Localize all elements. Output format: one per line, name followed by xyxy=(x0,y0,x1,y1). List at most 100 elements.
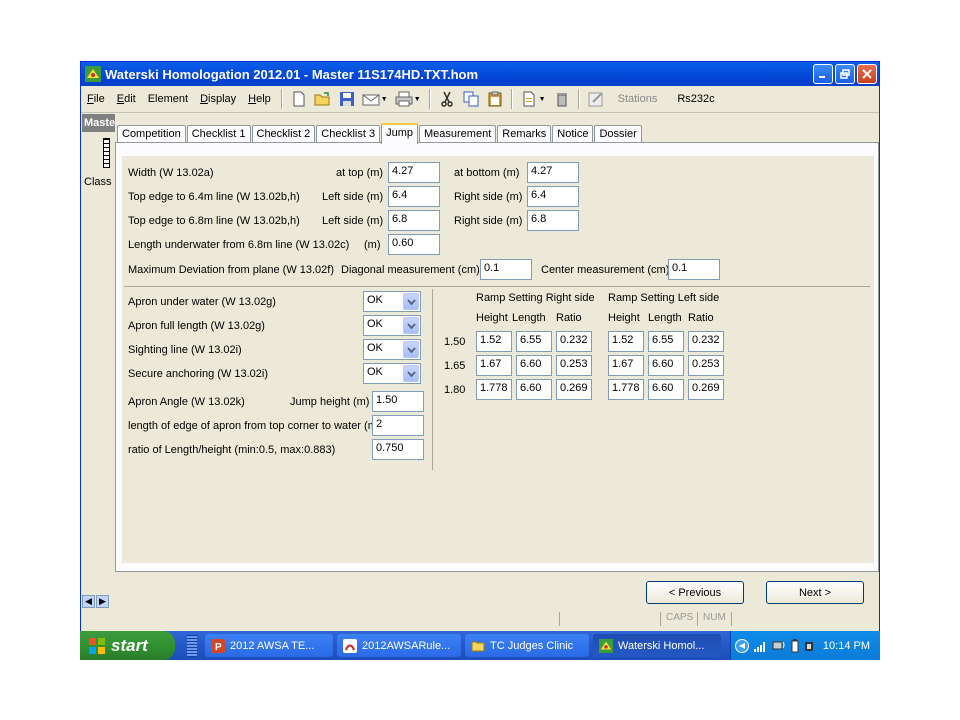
tab-competition[interactable]: Competition xyxy=(117,125,186,143)
splitter-grip[interactable] xyxy=(103,138,110,168)
window-title: Waterski Homologation 2012.01 - Master 1… xyxy=(105,66,479,82)
chevron-down-icon[interactable]: ▼ xyxy=(381,96,388,103)
chevron-down-icon[interactable] xyxy=(403,317,419,334)
edge-68-right-input[interactable]: 6.8 xyxy=(527,210,579,231)
clipboard-icon xyxy=(488,91,502,107)
ramp-left-height-input[interactable]: 1.67 xyxy=(608,355,644,376)
minimize-button[interactable] xyxy=(813,64,833,84)
chevron-down-icon[interactable] xyxy=(403,293,419,310)
close-button[interactable] xyxy=(857,64,877,84)
open-folder-button[interactable] xyxy=(313,89,333,109)
stations-button[interactable]: Stations xyxy=(608,93,668,105)
chevron-down-icon[interactable]: ▼ xyxy=(539,96,546,103)
start-button[interactable]: start xyxy=(80,631,175,660)
wireless-network-icon[interactable] xyxy=(772,639,786,653)
tab-checklist-3[interactable]: Checklist 3 xyxy=(316,125,381,143)
ramp-right-ratio-input[interactable]: 0.253 xyxy=(556,355,592,376)
tab-remarks[interactable]: Remarks xyxy=(497,125,552,143)
ramp-left-height-header: Height xyxy=(608,312,640,324)
menu-element[interactable]: Element xyxy=(142,93,194,105)
ramp-right-height-input[interactable]: 1.52 xyxy=(476,331,512,352)
volume-icon[interactable] xyxy=(804,639,816,653)
center-input[interactable]: 0.1 xyxy=(668,259,720,280)
ramp-right-ratio-input[interactable]: 0.269 xyxy=(556,379,592,400)
chevron-right-icon: ▶ xyxy=(99,596,106,606)
windows-flag-icon xyxy=(89,637,105,654)
new-file-button[interactable] xyxy=(289,89,309,109)
sighting-select[interactable]: OK xyxy=(363,339,421,360)
chevron-down-icon[interactable] xyxy=(403,365,419,382)
ramp-right-length-input[interactable]: 6.60 xyxy=(516,379,552,400)
ramp-left-height-input[interactable]: 1.52 xyxy=(608,331,644,352)
ramp-right-ratio-input[interactable]: 0.232 xyxy=(556,331,592,352)
ramp-right-height-input[interactable]: 1.67 xyxy=(476,355,512,376)
app-window: Waterski Homologation 2012.01 - Master 1… xyxy=(80,61,880,660)
mail-button[interactable] xyxy=(361,89,381,109)
tab-checklist-2[interactable]: Checklist 2 xyxy=(251,125,316,143)
edge-64-right-input[interactable]: 6.4 xyxy=(527,186,579,207)
print-button[interactable] xyxy=(394,89,414,109)
ramp-right-height-input[interactable]: 1.778 xyxy=(476,379,512,400)
edge-64-left-input[interactable]: 6.4 xyxy=(388,186,440,207)
edge-length-input[interactable]: 2 xyxy=(372,415,424,436)
width-bottom-input[interactable]: 4.27 xyxy=(527,162,579,183)
ramp-left-height-input[interactable]: 1.778 xyxy=(608,379,644,400)
ramp-right-length-input[interactable]: 6.60 xyxy=(516,355,552,376)
tab-dossier[interactable]: Dossier xyxy=(594,125,642,143)
caps-indicator: CAPS xyxy=(660,612,693,626)
menu-edit[interactable]: Edit xyxy=(111,93,142,105)
scroll-right-button[interactable]: ▶ xyxy=(96,595,109,608)
ramp-left-length-input[interactable]: 6.60 xyxy=(648,355,684,376)
scroll-left-button[interactable]: ◀ xyxy=(82,595,95,608)
edit-form-button[interactable] xyxy=(586,89,606,109)
chevron-left-icon: ◀ xyxy=(85,596,92,606)
chevron-down-icon[interactable]: ▼ xyxy=(414,96,421,103)
jump-height-input[interactable]: 1.50 xyxy=(372,391,424,412)
toolbar-separator xyxy=(577,89,580,109)
previous-button[interactable]: < Previous xyxy=(646,581,744,604)
edge-68-label: Top edge to 6.8m line (W 13.02b,h) xyxy=(128,215,300,227)
chevron-down-icon[interactable] xyxy=(403,341,419,358)
taskbar-item-powerpoint[interactable]: P 2012 AWSA TE... xyxy=(205,634,333,657)
tab-notice[interactable]: Notice xyxy=(552,125,594,143)
save-button[interactable] xyxy=(337,89,357,109)
edge-64-label: Top edge to 6.4m line (W 13.02b,h) xyxy=(128,191,300,203)
battery-icon[interactable] xyxy=(790,638,800,653)
tray-expand-icon[interactable]: ◀ xyxy=(735,638,749,653)
anchoring-select[interactable]: OK xyxy=(363,363,421,384)
title-bar[interactable]: Waterski Homologation 2012.01 - Master 1… xyxy=(81,62,879,86)
menu-help[interactable]: Help xyxy=(242,93,277,105)
ramp-left-length-input[interactable]: 6.55 xyxy=(648,331,684,352)
deviation-label: Maximum Deviation from plane (W 13.02f) xyxy=(128,264,335,276)
ramp-left-ratio-input[interactable]: 0.253 xyxy=(688,355,724,376)
diagonal-input[interactable]: 0.1 xyxy=(480,259,532,280)
ratio-input[interactable]: 0.750 xyxy=(372,439,424,460)
copy-button[interactable] xyxy=(461,89,481,109)
underwater-input[interactable]: 0.60 xyxy=(388,234,440,255)
apron-under-select[interactable]: OK xyxy=(363,291,421,312)
ramp-right-length-input[interactable]: 6.55 xyxy=(516,331,552,352)
paste-button[interactable] xyxy=(485,89,505,109)
rs232c-button[interactable]: Rs232c xyxy=(667,93,724,105)
menu-display[interactable]: Display xyxy=(194,93,242,105)
tab-jump[interactable]: Jump xyxy=(381,123,418,144)
taskbar-item-pdf[interactable]: 2012AWSARule... xyxy=(337,634,461,657)
restore-button[interactable] xyxy=(835,64,855,84)
ramp-left-length-input[interactable]: 6.60 xyxy=(648,379,684,400)
new-doc-button[interactable] xyxy=(519,89,539,109)
tab-measurement[interactable]: Measurement xyxy=(419,125,497,143)
cut-button[interactable] xyxy=(437,89,457,109)
tab-checklist-1[interactable]: Checklist 1 xyxy=(186,125,251,143)
edge-68-left-input[interactable]: 6.8 xyxy=(388,210,440,231)
delete-button[interactable] xyxy=(552,89,572,109)
taskbar-item-folder[interactable]: TC Judges Clinic xyxy=(465,634,589,657)
menu-file[interactable]: File xyxy=(81,93,111,105)
next-button[interactable]: Next > xyxy=(766,581,864,604)
ramp-setting-label: 1.80 xyxy=(444,384,466,396)
width-top-input[interactable]: 4.27 xyxy=(388,162,440,183)
apron-full-select[interactable]: OK xyxy=(363,315,421,336)
signal-strength-icon[interactable] xyxy=(753,639,769,653)
ramp-left-ratio-input[interactable]: 0.232 xyxy=(688,331,724,352)
ramp-left-ratio-input[interactable]: 0.269 xyxy=(688,379,724,400)
taskbar-item-waterski[interactable]: Waterski Homol... xyxy=(593,634,721,657)
